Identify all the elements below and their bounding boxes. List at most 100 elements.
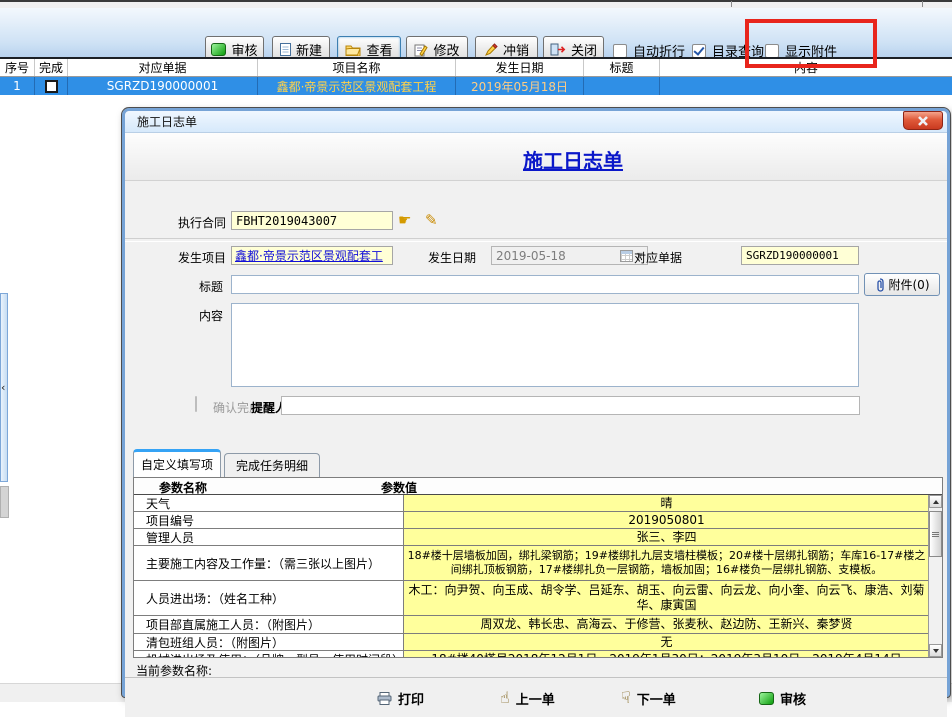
next-record-label: 下一单 — [637, 689, 676, 708]
param-value[interactable]: 张三、李四 — [404, 529, 929, 545]
doc-no-label: 对应单据 — [634, 249, 682, 266]
exit-door-icon — [550, 43, 566, 56]
param-value-header: 参数值 — [381, 479, 417, 496]
tab-custom-fields[interactable]: 自定义填写项 — [133, 449, 221, 477]
row-done-checkbox[interactable] — [45, 80, 58, 93]
param-name: 主要施工内容及工作量：（需三张以上图片） — [134, 546, 404, 580]
contract-input[interactable] — [231, 211, 393, 230]
col-header-project[interactable]: 项目名称 — [258, 59, 456, 76]
approve-icon — [211, 43, 226, 56]
param-value[interactable]: 18#楼40塔吊2018年12月1日—2019年1月30日；2019年3月10日… — [404, 651, 929, 658]
date-value: 2019-05-18 — [496, 249, 566, 263]
next-record-button[interactable]: ☟ 下一单 — [621, 688, 676, 708]
dialog-close-button[interactable] — [903, 111, 943, 130]
param-row[interactable]: 人员进出场：（姓名工种） 木工：向尹贺、向玉成、胡令学、吕延东、胡玉、向云雷、向… — [134, 581, 942, 616]
dialog-titlebar[interactable]: 施工日志单 — [125, 111, 947, 133]
param-name: 项目编号 — [134, 512, 404, 528]
attachment-button-label: 附件(0) — [889, 276, 930, 293]
hand-down-icon: ☟ — [621, 690, 631, 706]
reverse-icon — [484, 43, 498, 57]
left-scrollbar-fragment[interactable] — [0, 486, 9, 518]
reminder-input[interactable] — [281, 396, 860, 415]
scroll-up-button[interactable] — [929, 495, 942, 508]
hand-point-right-icon[interactable]: ☛ — [398, 213, 411, 228]
content-label: 内容 — [125, 307, 223, 324]
parameter-table-header: 参数名称 参数值 — [134, 478, 942, 495]
splitter-bar[interactable]: ‹ — [0, 293, 8, 482]
param-name-header: 参数名称 — [159, 479, 207, 496]
contract-label: 执行合同 — [125, 214, 226, 231]
attachment-button[interactable]: 附件(0) — [864, 273, 940, 296]
title-label: 标题 — [125, 278, 223, 295]
param-table-scrollbar[interactable] — [928, 495, 942, 657]
approve-footer-label: 审核 — [780, 689, 806, 708]
table-row[interactable]: 1 SGRZD190000001 鑫都·帝景示范区景观配套工程 2019年05月… — [0, 77, 952, 95]
open-folder-icon — [345, 44, 361, 56]
col-header-done[interactable]: 完成 — [35, 59, 68, 76]
col-header-content[interactable]: 内容 — [660, 59, 952, 76]
param-row[interactable]: 机械进出场及使用：（品牌、型号、使用时间段） 18#楼40塔吊2018年12月1… — [134, 651, 942, 658]
col-header-title[interactable]: 标题 — [584, 59, 660, 76]
scrollbar-thumb[interactable] — [929, 511, 942, 557]
col-header-date[interactable]: 发生日期 — [456, 59, 584, 76]
param-value[interactable]: 木工：向尹贺、向玉成、胡令学、吕延东、胡玉、向云雷、向云龙、向小奎、向云飞、康浩… — [404, 581, 929, 615]
show-attachments-checkbox[interactable] — [765, 44, 779, 58]
doc-no-input[interactable] — [741, 246, 859, 265]
previous-record-button[interactable]: ☝ 上一单 — [500, 688, 555, 708]
content-textarea[interactable] — [231, 303, 859, 387]
form-separator — [125, 238, 947, 242]
edit-icon — [414, 43, 428, 57]
hand-up-icon: ☝ — [500, 690, 510, 706]
row-date: 2019年05月18日 — [456, 77, 584, 95]
print-button[interactable]: 打印 — [377, 688, 424, 708]
calendar-icon[interactable] — [620, 250, 633, 262]
date-picker[interactable]: 2019-05-18 ▼ — [491, 246, 648, 265]
row-content — [660, 77, 952, 95]
form-heading: 施工日志单 — [523, 145, 623, 174]
project-link[interactable]: 鑫都·帝景示范区景观配套工 — [235, 247, 383, 264]
param-value[interactable]: 2019050801 — [404, 512, 929, 528]
param-value[interactable]: 晴 — [404, 495, 929, 511]
approve-footer-button[interactable]: 审核 — [759, 688, 806, 708]
scroll-down-button[interactable] — [929, 644, 942, 657]
project-link-box[interactable]: 鑫都·帝景示范区景观配套工 — [231, 246, 393, 265]
param-value[interactable]: 周双龙、韩长忠、高海云、于修营、张麦秋、赵边防、王新兴、秦梦贤 — [404, 616, 929, 633]
close-x-icon — [917, 116, 929, 126]
param-row[interactable]: 项目编号 2019050801 — [134, 512, 942, 529]
param-row[interactable]: 项目部直属施工人员：（附图片） 周双龙、韩长忠、高海云、于修营、张麦秋、赵边防、… — [134, 616, 942, 634]
auto-wrap-checkbox[interactable] — [613, 44, 627, 58]
row-title — [584, 77, 660, 95]
catalog-query-checkbox[interactable] — [692, 44, 706, 58]
print-icon — [377, 692, 392, 705]
parameter-table: 参数名称 参数值 天气 晴 项目编号 2019050801 管理人员 张三、李四… — [133, 477, 943, 658]
param-row[interactable]: 管理人员 张三、李四 — [134, 529, 942, 546]
collapse-left-icon[interactable]: ‹ — [1, 382, 5, 393]
new-document-icon — [280, 43, 291, 56]
confirm-complete-checkbox[interactable] — [195, 396, 197, 412]
param-name: 清包班组人员：（附图片） — [134, 634, 404, 650]
param-value[interactable]: 无 — [404, 634, 929, 650]
tab-task-details[interactable]: 完成任务明细 — [224, 453, 320, 477]
param-name: 项目部直属施工人员：（附图片） — [134, 616, 404, 633]
date-label: 发生日期 — [388, 249, 476, 266]
col-header-doc-no[interactable]: 对应单据 — [68, 59, 258, 76]
row-done-cell — [35, 77, 68, 95]
approve-icon — [759, 692, 774, 705]
clear-pen-icon[interactable]: ✎ — [425, 213, 438, 228]
tab-custom-fields-label: 自定义填写项 — [141, 456, 213, 473]
param-row[interactable]: 清包班组人员：（附图片） 无 — [134, 634, 942, 651]
dialog-title: 施工日志单 — [137, 113, 197, 130]
param-row[interactable]: 主要施工内容及工作量：（需三张以上图片） 18#楼十层墙板加固，绑扎梁钢筋；19… — [134, 546, 942, 581]
title-input[interactable] — [231, 275, 859, 294]
row-doc-no: SGRZD190000001 — [68, 77, 258, 95]
param-value[interactable]: 18#楼十层墙板加固，绑扎梁钢筋；19#楼绑扎九层支墙柱模板；20#楼十层绑扎钢… — [404, 546, 929, 580]
col-header-seq[interactable]: 序号 — [0, 59, 35, 76]
project-label: 发生项目 — [125, 249, 226, 266]
param-row[interactable]: 天气 晴 — [134, 495, 942, 512]
param-name: 机械进出场及使用：（品牌、型号、使用时间段） — [134, 651, 404, 658]
dialog-body: 施工日志单 执行合同 ☛ ✎ 发生项目 鑫都·帝景示范区景观配套工 发生日期 2… — [125, 133, 947, 694]
param-name: 天气 — [134, 495, 404, 511]
row-seq: 1 — [0, 77, 35, 95]
param-name: 人员进出场：（姓名工种） — [134, 581, 404, 615]
dialog-footer: 打印 ☝ 上一单 ☟ 下一单 审核 — [125, 679, 947, 717]
